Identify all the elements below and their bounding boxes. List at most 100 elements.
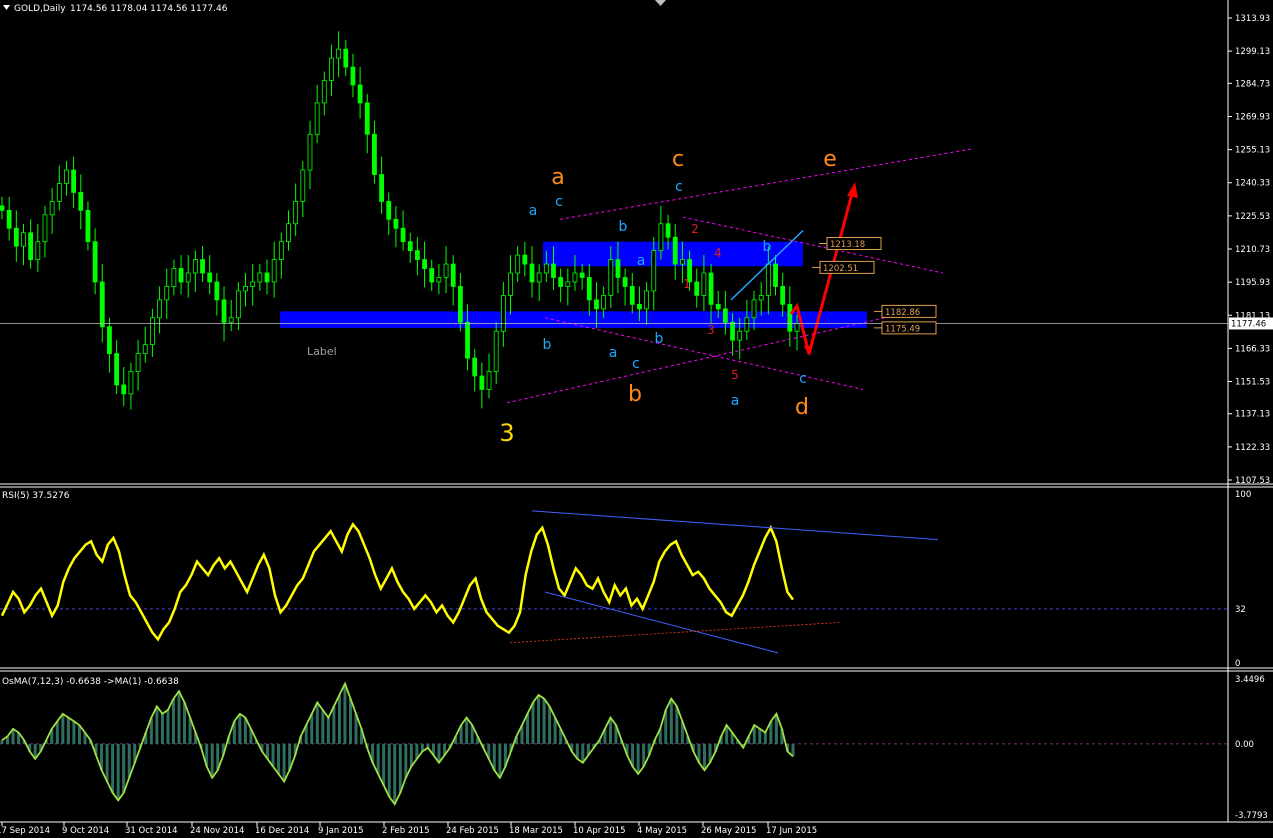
candle-body — [565, 281, 571, 287]
rsi-trend-upper — [531, 510, 939, 541]
time-tick-label: 9 Oct 2014 — [62, 826, 109, 836]
candle-body — [271, 259, 277, 283]
wave-label: b — [543, 337, 552, 353]
candle-body — [443, 263, 449, 278]
time-tick-label: 18 Mar 2015 — [509, 826, 563, 836]
price-tick-label: 1313.93 — [1235, 14, 1270, 24]
osma-bar — [669, 698, 673, 744]
candle-body — [121, 384, 127, 395]
candle-body — [364, 102, 370, 135]
osma-bar — [326, 717, 330, 744]
wave-label: 4 — [714, 246, 722, 260]
osma-bar — [105, 743, 109, 782]
price-tick-label: 1269.93 — [1235, 112, 1270, 122]
candle-body — [264, 272, 270, 283]
time-axis: 17 Sep 2014 9 Oct 2014 31 Oct 2014 24 Nov 2… — [0, 822, 817, 836]
wave-label: a — [731, 393, 740, 409]
candle-body — [185, 272, 191, 283]
osma-bar — [277, 743, 281, 774]
candle-body — [515, 254, 521, 274]
osma-bar — [542, 698, 546, 744]
candle-body — [257, 272, 263, 283]
candle-body — [142, 344, 148, 354]
osma-bar — [61, 713, 65, 744]
osma-bar — [332, 706, 336, 744]
osma-bar — [376, 743, 380, 774]
candle-body — [708, 272, 714, 305]
rsi-line — [0, 522, 795, 642]
osma-panel: 3.4496 0.00 -3.7793 — [0, 675, 1268, 821]
candle-body — [486, 371, 492, 390]
candle-body — [558, 277, 564, 287]
osma-bar — [382, 743, 386, 786]
wave-label: d — [795, 395, 809, 420]
wave-label: a — [609, 345, 618, 361]
rsi-tick-label: 0 — [1235, 659, 1240, 669]
time-tick-label: 26 May 2015 — [701, 826, 756, 836]
price-tick-label: 1284.73 — [1235, 79, 1270, 89]
candle-body — [594, 299, 599, 310]
osma-bar — [758, 728, 762, 744]
rsi-title: RSI(5) 37.5276 — [2, 491, 70, 501]
rsi-tick-label: 100 — [1235, 490, 1251, 500]
candle-body — [407, 241, 413, 252]
candle-body — [773, 263, 778, 287]
price-tick-label: 1107.53 — [1235, 476, 1270, 486]
osma-bar — [166, 710, 170, 744]
candle-body — [651, 250, 657, 292]
candle-body — [92, 241, 98, 283]
candle-body — [472, 357, 478, 377]
osma-bar — [636, 743, 640, 774]
osma-bar — [675, 706, 679, 744]
candle-body — [6, 209, 12, 229]
candle-body — [0, 205, 5, 211]
osma-bar — [116, 743, 120, 801]
candle-body — [465, 321, 470, 359]
candle-body — [522, 254, 528, 265]
panel-collapse-icon[interactable] — [655, 0, 666, 6]
osma-bar — [465, 717, 469, 744]
osma-bar — [0, 740, 4, 744]
candle-body — [178, 268, 184, 283]
wave-label: 5 — [731, 368, 739, 382]
candle-body — [200, 259, 205, 274]
candle-body — [665, 223, 671, 238]
candle-body — [701, 272, 707, 296]
candle-body — [386, 200, 392, 220]
wave-label: e — [823, 147, 837, 172]
chart-canvas[interactable]: 1313.931299.131284.731269.931255.131240.… — [0, 0, 1273, 838]
candle-body — [765, 263, 771, 296]
candle-body — [171, 268, 177, 287]
osma-bar — [337, 694, 341, 744]
osma-bar — [160, 713, 164, 744]
candle-body — [715, 303, 721, 310]
chart-menu-icon[interactable] — [3, 5, 10, 10]
time-tick-label: 17 Jun 2015 — [766, 826, 817, 836]
osma-bar — [238, 713, 242, 744]
osma-bar — [537, 694, 541, 744]
candle-body — [228, 317, 234, 323]
candle-body — [293, 200, 299, 225]
osma-bar — [183, 702, 187, 744]
candle-body — [207, 272, 213, 283]
candle-body — [28, 232, 34, 260]
osma-bar — [321, 710, 325, 744]
candle-body — [13, 227, 19, 247]
time-tick-label: 16 Dec 2014 — [255, 826, 309, 836]
candle-body — [730, 321, 735, 341]
wave-annotations: Labelac ebd3accbabb acbac24135 — [307, 147, 974, 447]
chart-frame — [0, 0, 1273, 823]
price-tick-label: 1225.53 — [1235, 212, 1270, 222]
candle-body — [250, 281, 256, 287]
time-tick-label: 24 Nov 2014 — [190, 826, 244, 836]
candle-body — [157, 299, 162, 319]
osma-bar — [498, 743, 502, 778]
candle-body — [400, 227, 406, 243]
candle-body — [350, 66, 356, 86]
osma-bar — [282, 743, 286, 782]
wave-label: b — [763, 239, 772, 255]
candle-body — [78, 192, 84, 211]
price-tick-label: 1195.93 — [1235, 278, 1270, 288]
osma-bar — [55, 721, 59, 744]
osma-bar — [387, 743, 391, 797]
